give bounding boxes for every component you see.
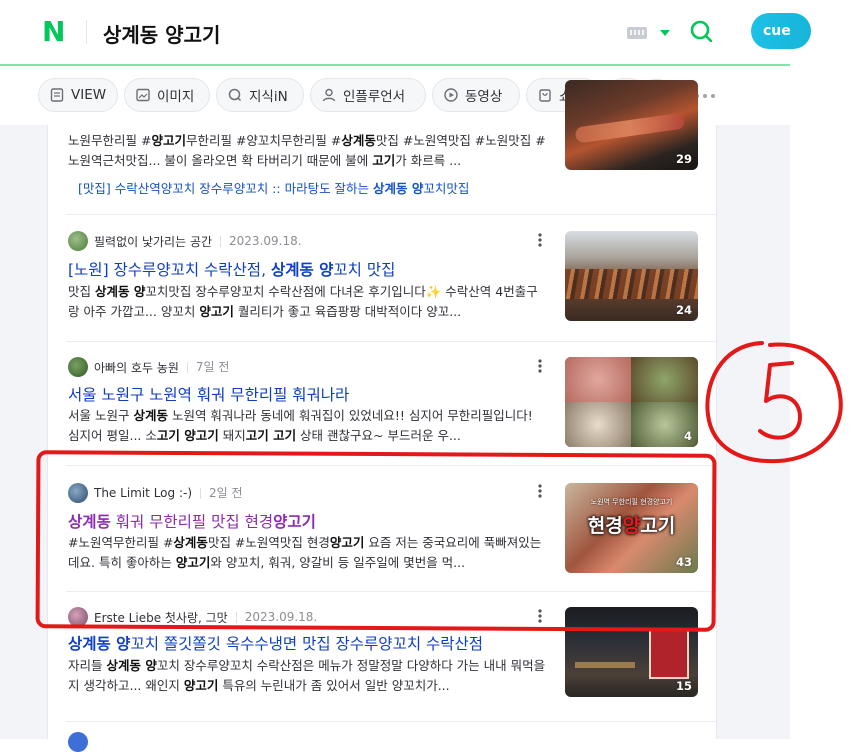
author-name[interactable]: 아빠의 호두 농원	[94, 359, 179, 376]
image-count: 24	[675, 303, 692, 317]
result-thumbnail[interactable]: 29	[565, 80, 698, 170]
result-title[interactable]: [노원] 장수루양꼬치 수락산점, 상계동 양꼬치 맛집	[68, 258, 395, 280]
image-count: 15	[675, 679, 692, 693]
tab-kin[interactable]: 지식iN	[216, 78, 304, 112]
list-item: 노원무한리필 #양고기무한리필 #양꼬치무한리필 #상계동맛집 #노원역맛집 #…	[48, 80, 716, 215]
image-count: 29	[675, 152, 692, 166]
result-thumbnail[interactable]: 24	[565, 231, 698, 321]
divider	[66, 721, 718, 722]
kebab-menu-icon[interactable]	[538, 359, 542, 373]
header-divider	[86, 20, 87, 44]
tab-label: 동영상	[465, 89, 503, 105]
person-icon	[322, 88, 336, 102]
cue-button[interactable]: cue	[751, 13, 811, 49]
tab-label: 이미지	[157, 89, 195, 105]
result-title[interactable]: 상계동 양꼬치 쫄깃쫄깃 옥수수냉면 맛집 장수루양꼬치 수락산점	[68, 632, 483, 654]
caret-down-icon[interactable]	[660, 30, 670, 36]
image-icon	[136, 88, 150, 102]
result-meta: 아빠의 호두 농원 7일 전	[68, 357, 229, 377]
play-icon	[444, 88, 458, 102]
result-description: 자리들 상계동 양꼬치 장수루양꼬치 수락산점은 메뉴가 정말정말 다양하다 가…	[68, 658, 546, 693]
image-count: 4	[683, 429, 692, 443]
post-date: 7일 전	[186, 361, 229, 373]
tab-image[interactable]: 이미지	[124, 78, 210, 112]
kebab-menu-icon[interactable]	[538, 233, 542, 247]
list-item: 아빠의 호두 농원 7일 전 서울 노원구 노원역 훠궈 무한리필 훠궈나라 서…	[48, 341, 716, 465]
result-thumbnail[interactable]: 4	[565, 357, 698, 447]
avatar[interactable]	[68, 231, 88, 251]
result-description: 노원무한리필 #양고기무한리필 #양꼬치무한리필 #상계동맛집 #노원역맛집 #…	[68, 133, 546, 168]
sub-link[interactable]: [맛집] 수락산역양꼬치 장수루양꼬치 :: 마라탕도 잘하는 상계동 양꼬치맛…	[78, 178, 469, 197]
search-header: N 상계동 양고기 cue	[0, 0, 811, 64]
annotation-number-5: 5	[700, 335, 843, 464]
search-query-input[interactable]: 상계동 양고기	[103, 19, 220, 48]
avatar[interactable]	[68, 357, 88, 377]
naver-logo[interactable]: N	[42, 18, 65, 46]
result-list: 노원무한리필 #양고기무한리필 #양꼬치무한리필 #상계동맛집 #노원역맛집 #…	[47, 80, 718, 752]
document-icon	[50, 88, 64, 102]
tab-label: VIEW	[71, 87, 107, 103]
search-icon[interactable]	[690, 20, 712, 42]
result-description: 맛집 상계동 양꼬치맛집 장수루양꼬치 수락산점에 다녀온 후기입니다✨ 수락산…	[68, 284, 538, 319]
keyboard-icon[interactable]	[627, 27, 647, 39]
q-icon	[228, 88, 242, 102]
svg-text:5: 5	[700, 335, 701, 336]
tab-video[interactable]: 동영상	[432, 78, 520, 112]
tab-label: 지식iN	[249, 89, 288, 105]
result-description: 서울 노원구 상계동 노원역 훠궈나라 동네에 훠궈집이 있었네요!! 심지어 …	[68, 408, 533, 443]
post-date: 2023.09.18.	[220, 235, 302, 247]
tab-influencer[interactable]: 인플루언서	[310, 78, 426, 112]
tab-label: 인플루언서	[343, 89, 406, 105]
tab-view[interactable]: VIEW	[38, 78, 118, 112]
annotation-highlight-box	[35, 450, 717, 632]
result-title[interactable]: 서울 노원구 노원역 훠궈 무한리필 훠궈나라	[68, 383, 349, 405]
author-name[interactable]: 필력없이 낯가리는 공간	[94, 233, 212, 250]
result-meta: 필력없이 낯가리는 공간 2023.09.18.	[68, 231, 302, 251]
bag-icon	[539, 89, 551, 102]
avatar[interactable]	[68, 732, 88, 752]
list-item: 필력없이 낯가리는 공간 2023.09.18. [노원] 장수루양꼬치 수락산…	[48, 215, 716, 343]
